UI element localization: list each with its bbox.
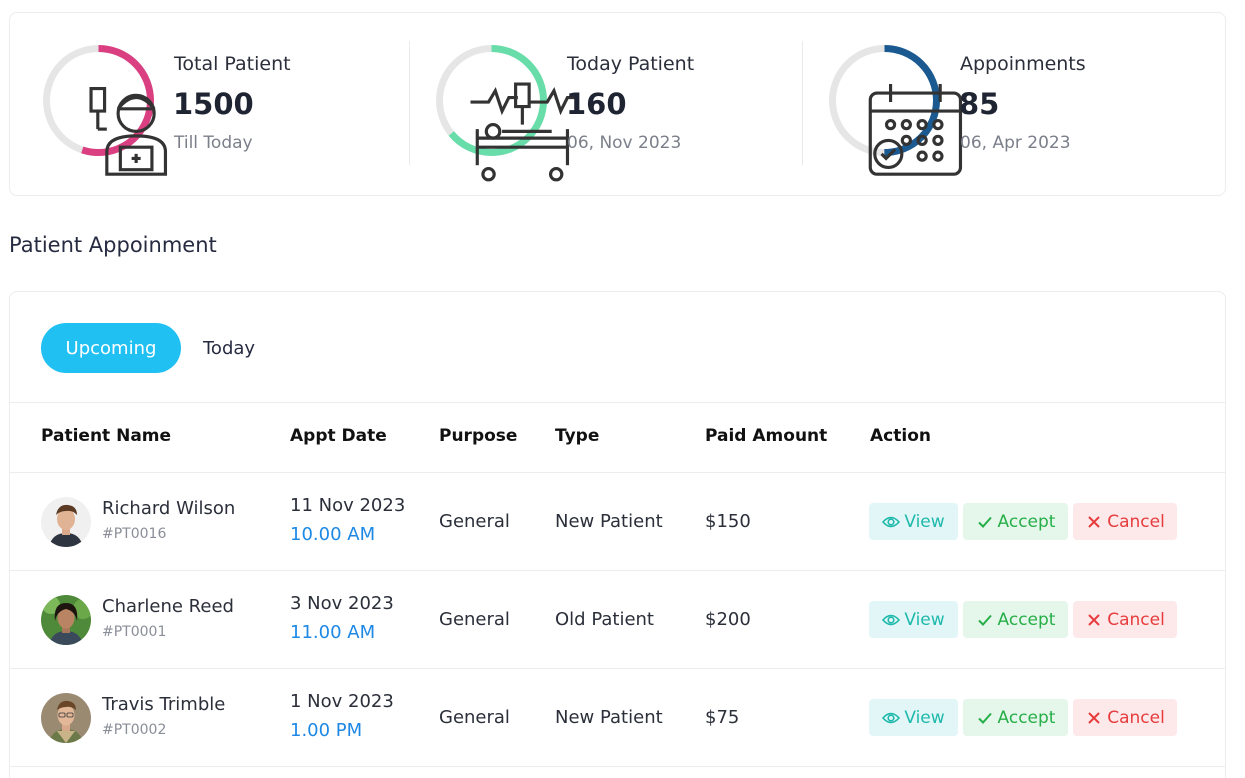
patient-icon [73, 75, 168, 176]
eye-icon [882, 513, 901, 531]
view-button[interactable]: View [869, 503, 958, 540]
table-row: Travis Trimble #PT0002 1 Nov 2023 1.00 P… [10, 669, 1225, 766]
calendar-icon [859, 75, 963, 176]
tab-today[interactable]: Today [203, 323, 255, 373]
check-icon [976, 513, 994, 531]
close-icon [1085, 611, 1103, 629]
patient-id: #PT0002 [102, 722, 167, 738]
stat-appointments: Appoinments 85 06, Apr 2023 [827, 43, 1207, 176]
stat-value: 85 [959, 87, 1000, 121]
stat-subtext: 06, Apr 2023 [960, 133, 1071, 153]
appointment-time: 11.00 AM [290, 622, 376, 643]
stats-card: Total Patient 1500 Till Today Today Pati… [9, 12, 1226, 196]
divider [10, 402, 1225, 403]
accept-button[interactable]: Accept [963, 503, 1068, 540]
appointment-date: 1 Nov 2023 [290, 691, 394, 712]
divider [409, 41, 410, 165]
close-icon [1085, 513, 1103, 531]
accept-button[interactable]: Accept [963, 601, 1068, 638]
avatar[interactable] [41, 595, 91, 645]
view-button[interactable]: View [869, 699, 958, 736]
purpose: General [439, 609, 510, 630]
divider [802, 41, 803, 165]
divider [10, 766, 1225, 767]
stat-subtext: Till Today [174, 133, 253, 153]
patient-type: New Patient [555, 707, 663, 728]
column-header-appt-date: Appt Date [290, 426, 387, 446]
stat-label: Appoinments [960, 53, 1086, 75]
column-header-type: Type [555, 426, 600, 446]
column-header-purpose: Purpose [439, 426, 518, 446]
patient-id: #PT0016 [102, 526, 167, 542]
appointment-time: 10.00 AM [290, 524, 376, 545]
patient-type: New Patient [555, 511, 663, 532]
accept-label: Accept [997, 707, 1056, 728]
accept-button[interactable]: Accept [963, 699, 1068, 736]
stat-total-patient: Total Patient 1500 Till Today [41, 43, 421, 176]
patient-type: Old Patient [555, 609, 654, 630]
progress-ring [827, 43, 963, 176]
appointment-date: 11 Nov 2023 [290, 495, 406, 516]
close-icon [1085, 709, 1103, 727]
stat-value: 160 [566, 87, 627, 121]
stat-today-patient: Today Patient 160 06, Nov 2023 [434, 43, 814, 182]
column-header-action: Action [870, 426, 931, 446]
accept-label: Accept [997, 609, 1056, 630]
patient-id: #PT0001 [102, 624, 167, 640]
column-header-patient-name: Patient Name [41, 426, 172, 446]
stat-subtext: 06, Nov 2023 [567, 133, 682, 153]
purpose: General [439, 707, 510, 728]
patient-name[interactable]: Richard Wilson [102, 498, 235, 519]
patient-name[interactable]: Charlene Reed [102, 596, 234, 617]
hospital-bed-icon [466, 75, 577, 182]
cancel-button[interactable]: Cancel [1073, 503, 1177, 540]
stat-value: 1500 [173, 87, 254, 121]
cancel-label: Cancel [1107, 707, 1165, 728]
tab-upcoming[interactable]: Upcoming [41, 323, 181, 373]
progress-ring [41, 43, 168, 176]
view-label: View [904, 707, 945, 728]
table-row: Richard Wilson #PT0016 11 Nov 2023 10.00… [10, 473, 1225, 570]
eye-icon [882, 709, 901, 727]
section-title: Patient Appoinment [9, 233, 217, 257]
view-label: View [904, 511, 945, 532]
view-label: View [904, 609, 945, 630]
check-icon [976, 611, 994, 629]
accept-label: Accept [997, 511, 1056, 532]
purpose: General [439, 511, 510, 532]
check-icon [976, 709, 994, 727]
appointment-time: 1.00 PM [290, 720, 363, 741]
paid-amount: $200 [705, 609, 751, 630]
cancel-label: Cancel [1107, 511, 1165, 532]
cancel-label: Cancel [1107, 609, 1165, 630]
appointment-date: 3 Nov 2023 [290, 593, 394, 614]
progress-ring [434, 43, 577, 182]
avatar[interactable] [41, 693, 91, 743]
column-header-paid-amount: Paid Amount [705, 426, 828, 446]
patient-name[interactable]: Travis Trimble [102, 694, 225, 715]
eye-icon [882, 611, 901, 629]
cancel-button[interactable]: Cancel [1073, 601, 1177, 638]
table-row: Charlene Reed #PT0001 3 Nov 2023 11.00 A… [10, 571, 1225, 668]
stat-label: Total Patient [174, 53, 291, 75]
avatar[interactable] [41, 497, 91, 547]
cancel-button[interactable]: Cancel [1073, 699, 1177, 736]
paid-amount: $150 [705, 511, 751, 532]
appointments-card: Upcoming Today Patient Name Appt Date Pu… [9, 291, 1226, 778]
view-button[interactable]: View [869, 601, 958, 638]
stat-label: Today Patient [567, 53, 695, 75]
paid-amount: $75 [705, 707, 740, 728]
